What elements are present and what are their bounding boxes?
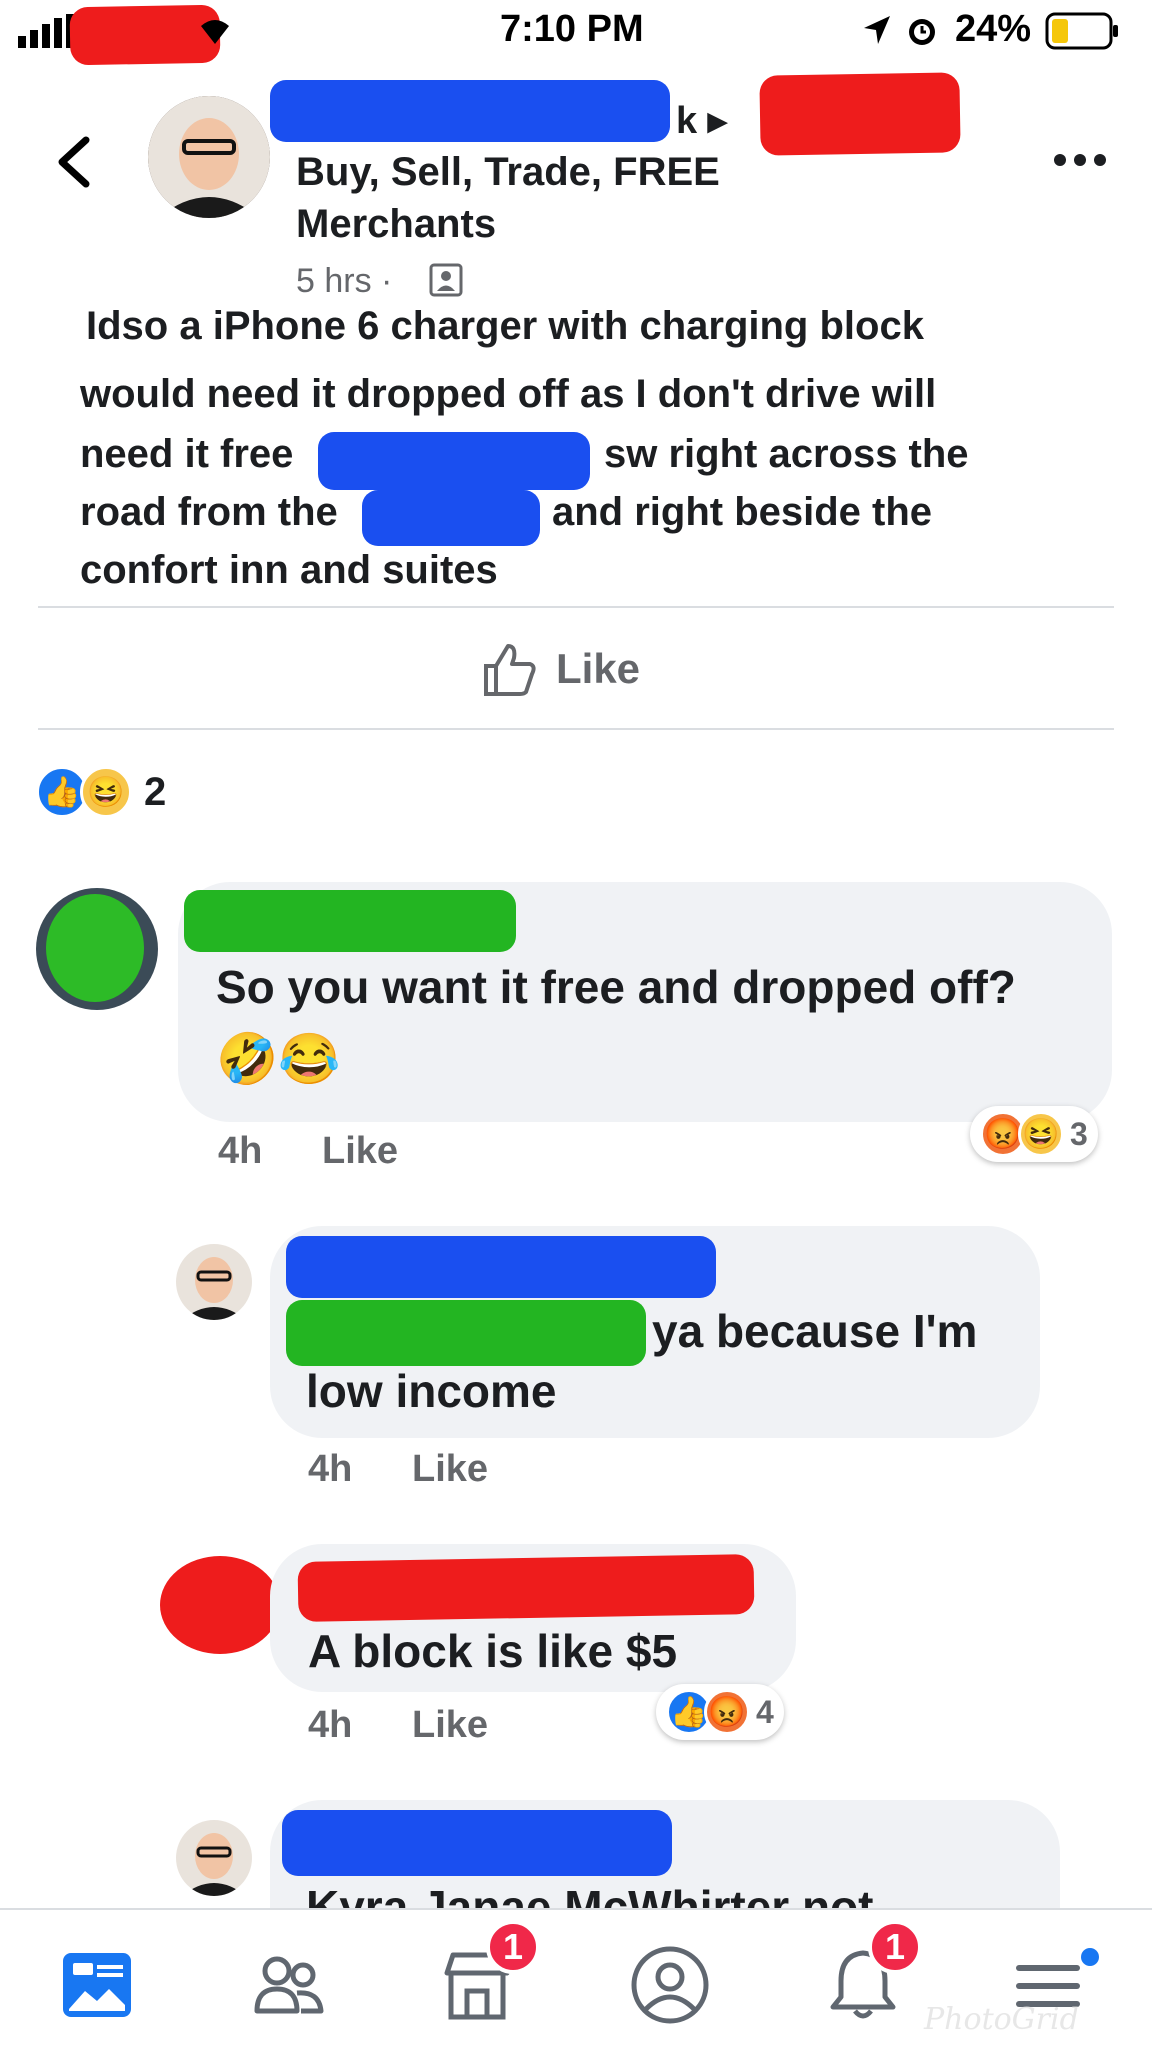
more-options-button[interactable] (1050, 150, 1110, 170)
battery-icon (1045, 12, 1120, 50)
post-text-line3b: sw right across the (604, 432, 969, 476)
comment-text: So you want it free and dropped off? (216, 961, 1016, 1013)
thumbs-up-icon (480, 640, 538, 698)
like-label: Like (556, 645, 641, 692)
reply-mention-redaction (286, 1300, 646, 1366)
comment-like-button[interactable]: Like (322, 1130, 398, 1173)
profile-icon (631, 1946, 709, 2024)
comment-time: 4h (218, 1130, 263, 1172)
reply-name-redaction (286, 1236, 716, 1298)
reply2-like-button[interactable]: Like (412, 1704, 488, 1747)
reply3-name-redaction (282, 1810, 672, 1876)
reply-time: 4h (308, 1448, 353, 1490)
profile-tab[interactable] (625, 1940, 715, 2030)
watermark: PhotoGrid (924, 2002, 1079, 2037)
reply-text-line1: ya because I'm (652, 1305, 978, 1357)
commenter-name-redaction (184, 890, 516, 952)
replier-avatar[interactable] (176, 1244, 252, 1320)
replier3-avatar[interactable] (176, 1820, 252, 1896)
post-like-button[interactable]: Like (480, 634, 640, 704)
reply2-text: A block is like $5 (308, 1625, 678, 1677)
group-redaction (759, 72, 961, 156)
reply2-reactions[interactable]: 👍 😡 4 (656, 1684, 784, 1740)
reply2-time: 4h (308, 1704, 353, 1746)
post-text-line4a: road from the (80, 490, 338, 534)
location-redaction-1 (318, 432, 590, 490)
haha-reaction-icon: 😆 (80, 766, 132, 818)
haha-reaction-icon: 😆 (1018, 1111, 1064, 1157)
battery-percent: 24% (955, 8, 1032, 50)
comment-reactions[interactable]: 😡 😆 3 (970, 1106, 1098, 1162)
friends-tab[interactable] (244, 1940, 334, 2030)
angry-reaction-icon: 😡 (704, 1689, 750, 1735)
post-text-line5: confort inn and suites (80, 548, 498, 592)
notifications-badge: 1 (868, 1920, 922, 1974)
divider-bottom (38, 728, 1114, 730)
name-tail-text: k ▸ (676, 100, 727, 142)
location-redaction-2 (362, 490, 540, 546)
back-button[interactable] (50, 132, 100, 192)
commenter-avatar[interactable] (36, 888, 158, 1010)
post-text-line2: would need it dropped off as I don't dri… (80, 372, 937, 416)
reply2-name-redaction (297, 1554, 755, 1622)
poster-avatar[interactable] (148, 96, 270, 218)
post-text-line4b: and right beside the (552, 490, 933, 534)
location-icon (862, 14, 892, 48)
post-text-line3a: need it free (80, 432, 294, 476)
divider-top (38, 606, 1114, 608)
friends-icon (254, 1956, 324, 2014)
reply-like-button[interactable]: Like (412, 1448, 488, 1491)
alarm-icon (905, 12, 939, 48)
group-name-line2[interactable]: Merchants (296, 202, 496, 247)
poster-name-redaction (270, 80, 670, 142)
post-time: 5 hrs · (296, 262, 393, 300)
status-bar: 7:10 PM 24% (0, 0, 1152, 66)
reaction-count: 2 (144, 769, 167, 814)
clock: 7:10 PM (500, 8, 644, 50)
reply-text-line2: low income (306, 1365, 557, 1417)
group-name-line1[interactable]: Buy, Sell, Trade, FREE (296, 150, 720, 195)
reply2-reaction-count: 4 (756, 1693, 774, 1730)
replier2-avatar[interactable] (160, 1556, 280, 1654)
marketplace-badge: 1 (486, 1920, 540, 1974)
group-privacy-icon (428, 262, 464, 298)
post-reactions-summary[interactable]: 👍 😆 2 (36, 766, 166, 818)
wifi-icon (195, 12, 235, 46)
comment-emoji: 🤣😂 (216, 1031, 341, 1087)
comment-reaction-count: 3 (1070, 1115, 1088, 1152)
news-feed-tab[interactable] (52, 1940, 142, 2030)
news-feed-icon (63, 1953, 131, 2017)
post-text-line1: Idso a iPhone 6 charger with charging bl… (86, 304, 924, 348)
